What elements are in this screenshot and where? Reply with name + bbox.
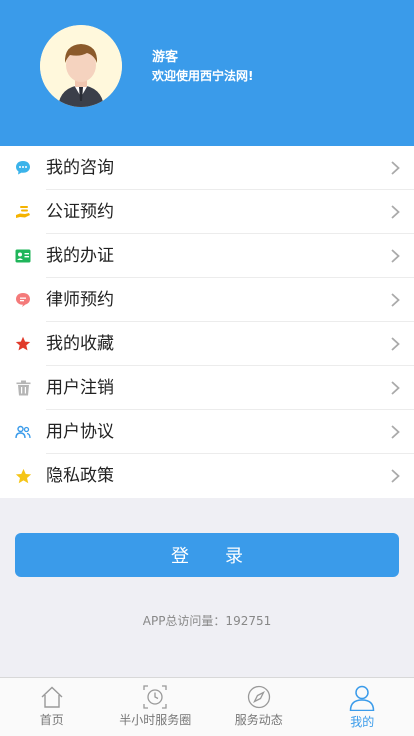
tab-label: 我的 bbox=[350, 715, 375, 729]
clock-icon bbox=[143, 685, 167, 709]
chevron-right-icon bbox=[391, 425, 400, 439]
tab-label: 服务动态 bbox=[234, 713, 283, 727]
login-label-char: 录 bbox=[225, 546, 243, 566]
compass-icon bbox=[247, 685, 270, 709]
tab-service-news[interactable]: 服务动态 bbox=[207, 678, 311, 736]
avatar-icon bbox=[40, 25, 122, 107]
menu-item-my-certificates[interactable]: 我的办证 bbox=[0, 234, 414, 278]
tab-mine[interactable]: 我的 bbox=[311, 678, 414, 736]
star-icon bbox=[0, 468, 46, 485]
chevron-right-icon bbox=[391, 249, 400, 263]
hand-money-icon bbox=[0, 204, 46, 220]
visit-count: APP总访问量：192751 bbox=[142, 614, 272, 628]
menu-item-user-agreement[interactable]: 用户协议 bbox=[0, 410, 414, 454]
menu-item-my-consultation[interactable]: 我的咨询 bbox=[0, 146, 414, 190]
menu-label: 公证预约 bbox=[46, 190, 414, 234]
user-name: 游客 bbox=[152, 50, 179, 65]
chevron-right-icon bbox=[391, 469, 400, 483]
tab-home[interactable]: 首页 bbox=[0, 678, 104, 736]
menu-item-privacy-policy[interactable]: 隐私政策 bbox=[0, 454, 414, 498]
chat-icon bbox=[0, 160, 46, 176]
chevron-right-icon bbox=[391, 337, 400, 351]
menu-item-lawyer-appointment[interactable]: 律师预约 bbox=[0, 278, 414, 322]
tab-label: 首页 bbox=[39, 713, 64, 727]
welcome-text: 欢迎使用西宁法网! bbox=[152, 69, 254, 83]
person-icon bbox=[349, 685, 375, 711]
bottom-tab-bar: 首页 半小时服务圈 服务动态 我的 bbox=[0, 677, 414, 736]
menu-label: 隐私政策 bbox=[46, 466, 114, 486]
chevron-right-icon bbox=[391, 293, 400, 307]
menu-label: 用户协议 bbox=[46, 410, 414, 454]
profile-header: 游客 欢迎使用西宁法网! bbox=[0, 0, 414, 146]
message-bubble-icon bbox=[0, 292, 46, 308]
tab-service-circle[interactable]: 半小时服务圈 bbox=[104, 678, 208, 736]
menu-item-my-favorites[interactable]: 我的收藏 bbox=[0, 322, 414, 366]
login-button[interactable]: 登 录 bbox=[15, 533, 399, 577]
tab-label: 半小时服务圈 bbox=[119, 713, 192, 727]
menu-item-account-cancel[interactable]: 用户注销 bbox=[0, 366, 414, 410]
menu-label: 用户注销 bbox=[46, 366, 414, 410]
menu-label: 律师预约 bbox=[46, 278, 414, 322]
star-icon bbox=[0, 336, 46, 352]
menu-label: 我的咨询 bbox=[46, 146, 414, 190]
menu-label: 我的办证 bbox=[46, 234, 414, 278]
menu-item-notary-appointment[interactable]: 公证预约 bbox=[0, 190, 414, 234]
chevron-right-icon bbox=[391, 381, 400, 395]
login-label-char: 登 bbox=[171, 546, 189, 566]
id-card-icon bbox=[0, 249, 46, 263]
menu-label: 我的收藏 bbox=[46, 322, 414, 366]
users-icon bbox=[0, 425, 46, 439]
avatar[interactable] bbox=[40, 25, 122, 107]
trash-icon bbox=[0, 380, 46, 396]
menu-list: 我的咨询 公证预约 我的办证 律师预约 我的收藏 用户注销 用户协议 隐私政策 bbox=[0, 146, 414, 498]
chevron-right-icon bbox=[391, 161, 400, 175]
chevron-right-icon bbox=[391, 205, 400, 219]
home-icon bbox=[41, 686, 63, 708]
